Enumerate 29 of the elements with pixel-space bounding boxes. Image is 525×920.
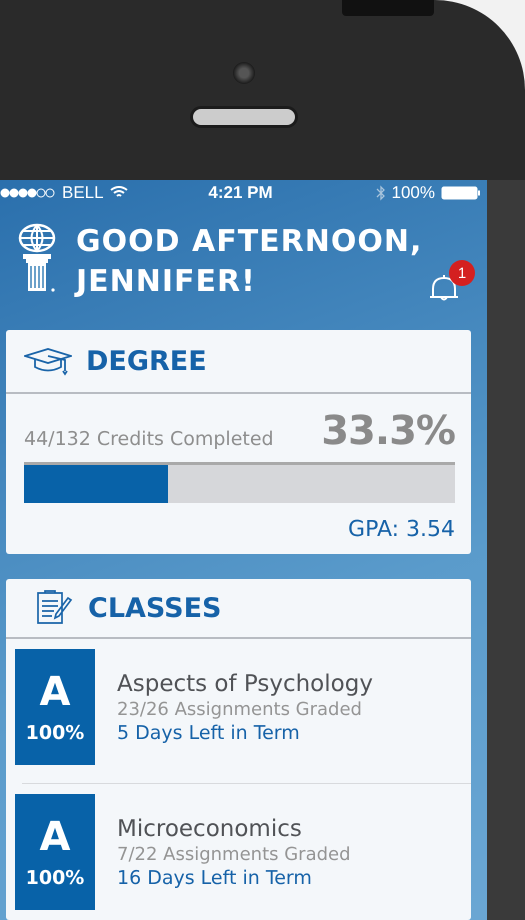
assignments-graded-text: 23/26 Assignments Graded: [117, 698, 363, 720]
class-name[interactable]: Aspects of Psychology: [117, 670, 373, 696]
bluetooth-icon: [376, 184, 386, 201]
grade-percent: 100%: [26, 722, 84, 744]
assignments-graded-text: 7/22 Assignments Graded: [117, 844, 351, 864]
days-left-text: 16 Days Left in Term: [117, 866, 313, 888]
degree-percent: 33.3%: [321, 408, 455, 454]
grade-percent: 100%: [26, 867, 84, 889]
status-time: 4:21 PM: [208, 182, 273, 203]
days-left-text: 5 Days Left in Term: [117, 722, 301, 744]
speaker-grille-icon: [190, 106, 298, 128]
greeting-heading: GOOD AFTERNOON, JENNIFER!: [76, 222, 422, 301]
class-name[interactable]: Microeconomics: [117, 816, 351, 842]
letter-grade: A: [40, 815, 70, 859]
letter-grade: A: [40, 670, 70, 714]
degree-title: DEGREE: [86, 346, 207, 376]
notification-badge: 1: [449, 260, 475, 286]
bell-icon[interactable]: [427, 272, 461, 302]
carrier-name: BELL: [62, 182, 104, 203]
credits-completed-text: 44/132 Credits Completed: [24, 428, 274, 452]
wifi-icon: [110, 186, 128, 200]
battery-icon: [441, 186, 481, 200]
classes-title: CLASSES: [88, 592, 222, 624]
signal-icon: [0, 188, 56, 198]
camera-icon: [233, 62, 255, 84]
gpa-text: GPA: 3.54: [347, 517, 455, 542]
clipboard-pencil-icon: [34, 590, 74, 626]
battery-percent: 100%: [392, 182, 435, 203]
graduation-cap-icon: [24, 346, 72, 376]
